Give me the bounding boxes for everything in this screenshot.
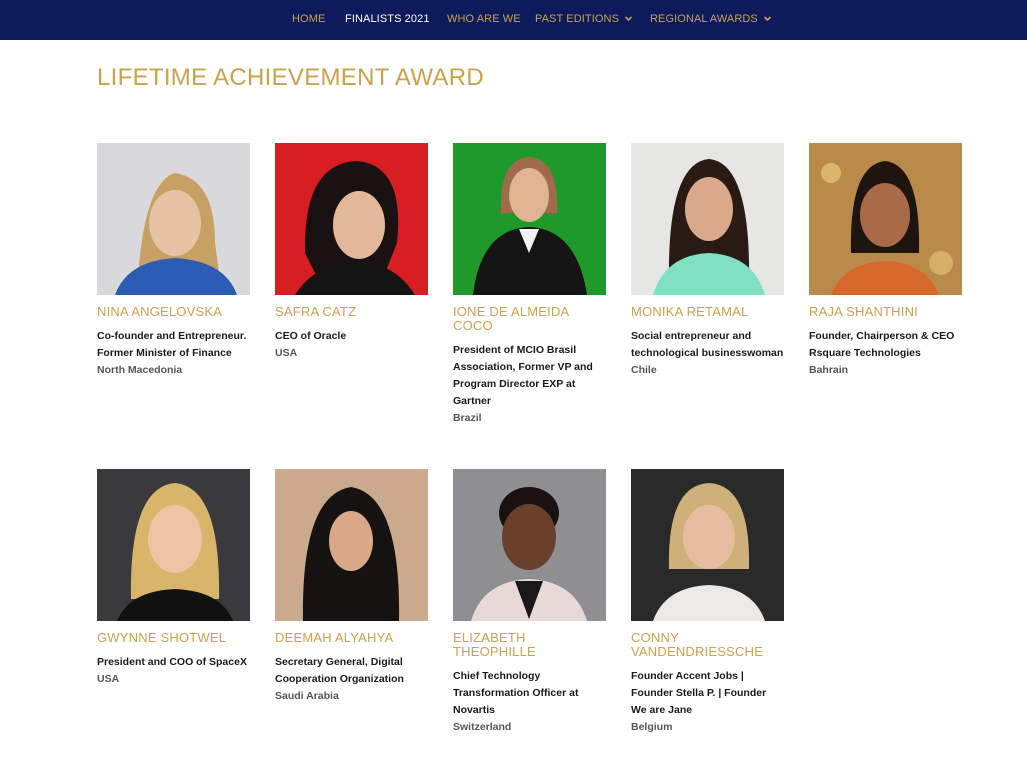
finalist-role: Secretary General, Digital Cooperation O… [275,656,404,685]
finalist-country: Brazil [453,412,482,424]
finalist-photo [275,143,428,295]
nav-finalists-2021[interactable]: FINALISTS 2021 [345,13,430,25]
finalist-role: Social entrepreneur and technological bu… [631,330,784,359]
finalist-country: Switzerland [453,721,512,733]
nav-past-editions-label: PAST EDITIONS [535,13,620,25]
finalist-photo [631,469,784,621]
nav-who-are-we[interactable]: WHO ARE WE [447,13,521,25]
finalist-country: USA [275,347,298,359]
finalist-photo [809,143,962,295]
top-navigation-bar: HOME FINALISTS 2021 WHO ARE WE PAST EDIT… [0,0,1027,40]
finalist-country: Bahrain [809,364,849,376]
page-title: LIFETIME ACHIEVEMENT AWARD [97,64,484,91]
finalist-name: RAJA SHANTHINI [809,304,918,319]
nav-past-editions[interactable]: PAST EDITIONS [535,13,633,25]
finalist-name: IONE DE ALMEIDA COCO [453,304,569,333]
finalist-role: CEO of Oracle [275,330,347,342]
finalist-photo [453,143,606,295]
finalist-card: NINA ANGELOVSKA Co-founder and Entrepren… [97,143,250,379]
nav-regional-awards[interactable]: REGIONAL AWARDS [650,13,772,25]
finalist-role: Founder, Chairperson & CEO Rsquare Techn… [809,330,955,359]
finalist-name: NINA ANGELOVSKA [97,304,223,319]
finalist-country: Saudi Arabia [275,690,339,702]
finalist-country: Chile [631,364,657,376]
chevron-down-icon [763,14,772,23]
finalist-role: Founder Accent Jobs | Founder Stella P. … [631,670,767,716]
finalist-role: Co-founder and Entrepreneur. Former Mini… [97,330,247,359]
finalist-country: North Macedonia [97,364,183,376]
finalist-role: Chief Technology Transformation Officer … [453,670,579,716]
finalist-country: Belgium [631,721,673,733]
finalist-name: DEEMAH ALYAHYA [275,630,394,645]
finalist-card: ELIZABETH THEOPHILLE Chief Technology Tr… [453,469,606,736]
finalist-name: MONIKA RETAMAL [631,304,749,319]
finalist-name: SAFRA CATZ [275,304,357,319]
finalist-name: GWYNNE SHOTWEL [97,630,227,645]
finalist-card: CONNY VANDENDRIESSCHE Founder Accent Job… [631,469,784,736]
finalist-photo [275,469,428,621]
nav-home[interactable]: HOME [292,13,325,25]
nav-regional-awards-label: REGIONAL AWARDS [650,13,758,25]
finalist-photo [453,469,606,621]
finalist-card: IONE DE ALMEIDA COCO President of MCIO B… [453,143,606,427]
finalist-role: President of MCIO Brasil Association, Fo… [453,344,593,407]
finalist-card: DEEMAH ALYAHYA Secretary General, Digita… [275,469,428,705]
finalist-role: President and COO of SpaceX [97,656,247,668]
finalist-name: CONNY VANDENDRIESSCHE [631,630,764,659]
finalist-photo [631,143,784,295]
finalist-card: RAJA SHANTHINI Founder, Chairperson & CE… [809,143,962,379]
chevron-down-icon [624,14,633,23]
finalist-name: ELIZABETH THEOPHILLE [453,630,536,659]
finalist-card: MONIKA RETAMAL Social entrepreneur and t… [631,143,784,379]
finalist-photo [97,143,250,295]
finalist-card: SAFRA CATZ CEO of Oracle USA [275,143,428,362]
finalist-card: GWYNNE SHOTWEL President and COO of Spac… [97,469,250,688]
finalist-photo [97,469,250,621]
finalist-country: USA [97,673,120,685]
